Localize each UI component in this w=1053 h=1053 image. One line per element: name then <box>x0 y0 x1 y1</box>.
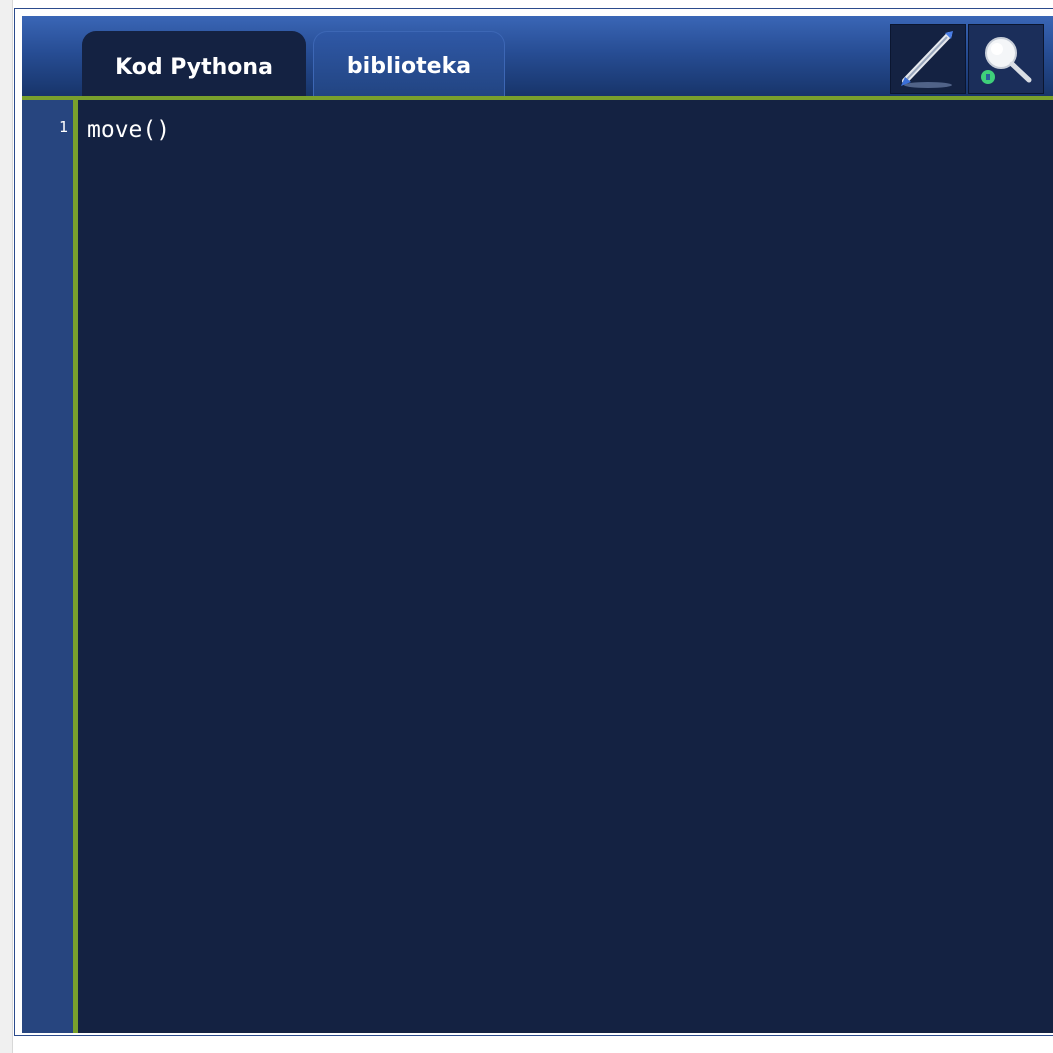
line-number: 1 <box>58 118 68 136</box>
tab-python-code[interactable]: Kod Pythona <box>82 31 306 103</box>
search-button[interactable] <box>968 24 1044 94</box>
edit-button[interactable] <box>890 24 966 94</box>
tab-library[interactable]: biblioteka <box>313 31 505 101</box>
editor-toolbar: Kod Pythona biblioteka <box>22 16 1053 103</box>
page-left-margin <box>0 0 13 1053</box>
tab-library-label: biblioteka <box>346 54 472 79</box>
pencil-icon <box>891 25 965 93</box>
tab-python-code-label: Kod Pythona <box>115 54 273 80</box>
code-area[interactable] <box>78 100 1053 1033</box>
magnifier-icon <box>969 25 1043 93</box>
code-line[interactable]: move() <box>87 117 170 143</box>
line-number-gutter <box>22 100 73 1033</box>
code-editor-window: Kod Pythona biblioteka 1 move() <box>0 0 1053 1053</box>
